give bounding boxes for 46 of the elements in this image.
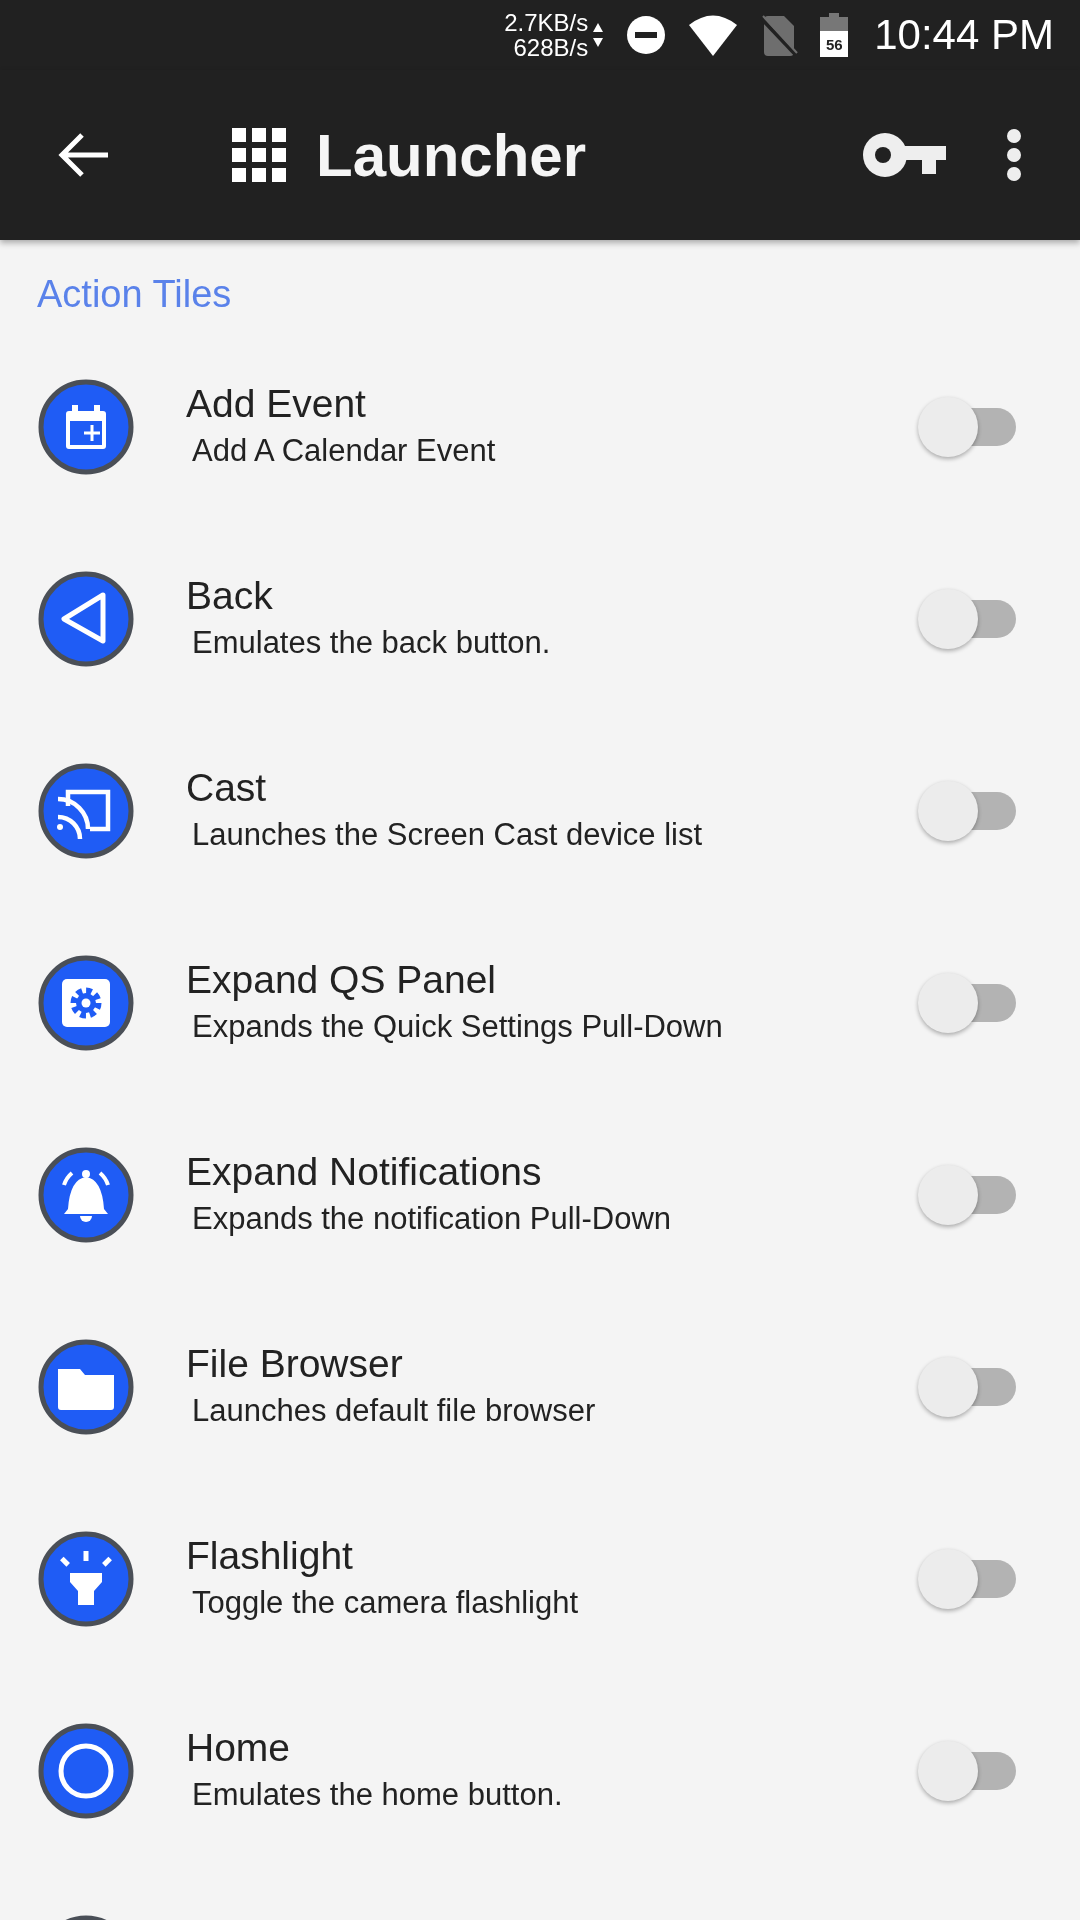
battery-level: 56 — [824, 36, 844, 53]
data-arrows-icon — [592, 21, 605, 49]
flashlight-icon — [38, 1531, 134, 1627]
wifi-icon — [688, 14, 739, 56]
more-options-icon[interactable] — [1006, 129, 1022, 181]
cast-icon — [38, 763, 134, 859]
key-icon[interactable] — [862, 132, 946, 178]
toggle-switch[interactable] — [918, 1356, 1016, 1418]
toggle-switch[interactable] — [918, 1548, 1016, 1610]
tile-description: Launches default file browser — [192, 1392, 597, 1430]
folder-icon — [38, 1339, 134, 1435]
tile-title: Home — [186, 1726, 292, 1770]
tile-title: Flashlight — [186, 1534, 354, 1578]
grid-icon — [232, 128, 286, 182]
home-icon — [38, 1723, 134, 1819]
tile-title: Cast — [186, 766, 268, 810]
section-header: Action Tiles — [37, 273, 232, 316]
tile-title: Expand QS Panel — [186, 958, 498, 1002]
do-not-disturb-icon — [626, 15, 667, 55]
tile-title: Back — [186, 574, 274, 618]
tile-description: Launches the Screen Cast device list — [192, 816, 704, 854]
tile-description: Expands the Quick Settings Pull-Down — [192, 1008, 724, 1046]
clock: 10:44 PM — [874, 11, 1054, 59]
toggle-switch[interactable] — [918, 588, 1016, 650]
tile-title: Expand Notifications — [186, 1150, 543, 1194]
toggle-switch[interactable] — [918, 1740, 1016, 1802]
tile-description: Emulates the back button. — [192, 624, 552, 662]
no-sim-icon — [760, 14, 799, 56]
tile-title: File Browser — [186, 1342, 404, 1386]
toggle-switch[interactable] — [918, 972, 1016, 1034]
settings-icon — [38, 955, 134, 1051]
toggle-switch[interactable] — [918, 780, 1016, 842]
tile-description: Toggle the camera flashlight — [192, 1584, 579, 1622]
calendar-icon — [38, 379, 134, 475]
back-icon — [38, 571, 134, 667]
upload-speed: 2.7KB/s — [504, 10, 589, 35]
tile-description: Expands the notification Pull-Down — [192, 1200, 673, 1238]
bell-icon — [38, 1147, 134, 1243]
tile-description: Add A Calendar Event — [192, 432, 497, 470]
download-speed: 628B/s — [513, 35, 589, 60]
tile-title: Add Event — [186, 382, 367, 426]
toggle-switch[interactable] — [918, 396, 1016, 458]
app-title: Launcher — [316, 120, 587, 190]
tile-description: Emulates the home button. — [192, 1776, 564, 1814]
back-arrow-icon[interactable] — [58, 132, 110, 178]
toggle-switch[interactable] — [918, 1164, 1016, 1226]
